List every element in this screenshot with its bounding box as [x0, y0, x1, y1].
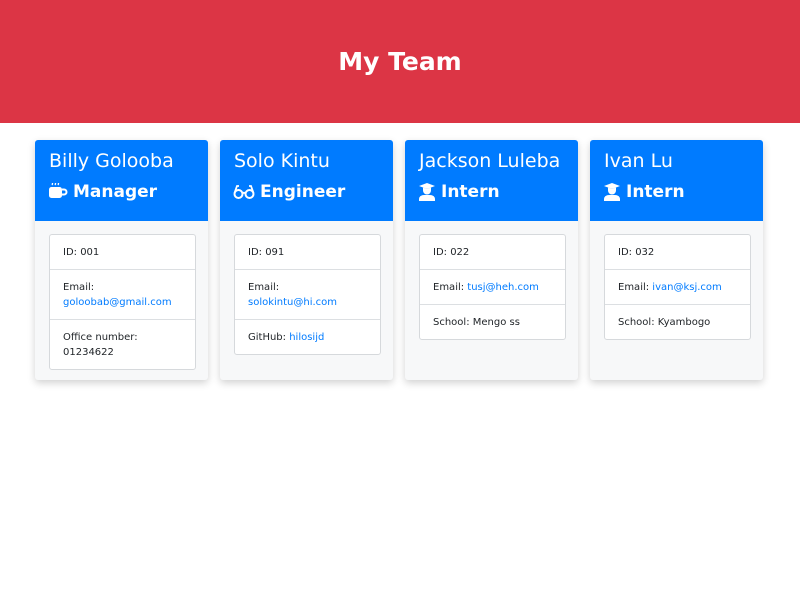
employee-email-row: Email: ivan@ksj.com — [605, 269, 750, 304]
employee-id: ID: 032 — [618, 247, 655, 258]
school-label: School: — [618, 317, 658, 328]
email-label: Email: — [433, 282, 468, 293]
employee-info-list: ID: 001 Email: goloobab@gmail.com Office… — [49, 234, 196, 370]
employee-id: ID: 001 — [63, 247, 100, 258]
employee-name: Solo Kintu — [234, 150, 330, 172]
card-header: Jackson Luleba Intern — [405, 140, 578, 221]
email-link[interactable]: tusj@heh.com — [467, 282, 539, 293]
glasses-icon — [233, 184, 260, 200]
employee-card-engineer: Solo Kintu Engineer ID: 091 Email: solok… — [220, 140, 393, 380]
card-header: Solo Kintu Engineer — [220, 140, 393, 221]
email-label: Email: — [63, 282, 95, 293]
employee-info-list: ID: 032 Email: ivan@ksj.com School: Kyam… — [604, 234, 751, 340]
github-label: GitHub: — [248, 332, 290, 343]
school-label: School: — [433, 317, 473, 328]
page-header: My Team — [0, 0, 800, 123]
role-label: Intern — [441, 182, 500, 202]
employee-card-intern: Jackson Luleba Intern ID: 022 Email: tus… — [405, 140, 578, 380]
graduate-icon — [418, 183, 441, 201]
employee-role: Intern — [603, 182, 685, 202]
employee-role: Engineer — [233, 182, 345, 202]
employee-card-manager: Billy Golooba Manager ID: 001 Email: gol… — [35, 140, 208, 380]
role-label: Engineer — [260, 182, 346, 202]
card-header: Billy Golooba Manager — [35, 140, 208, 221]
card-header: Ivan Lu Intern — [590, 140, 763, 221]
office-number-row: Office number: 01234622 — [50, 319, 195, 369]
school-value: Kyambogo — [657, 317, 711, 328]
email-link[interactable]: goloobab@gmail.com — [63, 297, 172, 308]
coffee-mug-icon — [48, 183, 73, 201]
email-label: Email: — [248, 282, 280, 293]
email-link[interactable]: solokintu@hi.com — [248, 297, 337, 308]
employee-id: ID: 091 — [248, 247, 285, 258]
employee-email-row: Email: solokintu@hi.com — [235, 269, 380, 319]
role-label: Manager — [73, 182, 158, 202]
email-link[interactable]: ivan@ksj.com — [652, 282, 721, 293]
employee-email-row: Email: tusj@heh.com — [420, 269, 565, 304]
office-number-label: Office number: — [63, 332, 138, 343]
github-link[interactable]: hilosijd — [289, 332, 324, 343]
employee-info-list: ID: 091 Email: solokintu@hi.com GitHub: … — [234, 234, 381, 355]
github-row: GitHub: hilosijd — [235, 319, 380, 354]
employee-email-row: Email: goloobab@gmail.com — [50, 269, 195, 319]
office-number-value: 01234622 — [63, 347, 114, 358]
graduate-icon — [603, 183, 626, 201]
school-value: Mengo ss — [472, 317, 520, 328]
employee-id: ID: 022 — [433, 247, 470, 258]
employee-name: Ivan Lu — [604, 150, 673, 172]
school-row: School: Mengo ss — [420, 304, 565, 339]
employee-info-list: ID: 022 Email: tusj@heh.com School: Meng… — [419, 234, 566, 340]
employee-role: Intern — [418, 182, 500, 202]
employee-name: Billy Golooba — [49, 150, 174, 172]
role-label: Intern — [626, 182, 685, 202]
employee-role: Manager — [48, 182, 157, 202]
employee-card-intern: Ivan Lu Intern ID: 032 Email: ivan@ksj.c… — [590, 140, 763, 380]
page-title: My Team — [338, 47, 462, 76]
employee-name: Jackson Luleba — [419, 150, 561, 172]
email-label: Email: — [618, 282, 653, 293]
school-row: School: Kyambogo — [605, 304, 750, 339]
